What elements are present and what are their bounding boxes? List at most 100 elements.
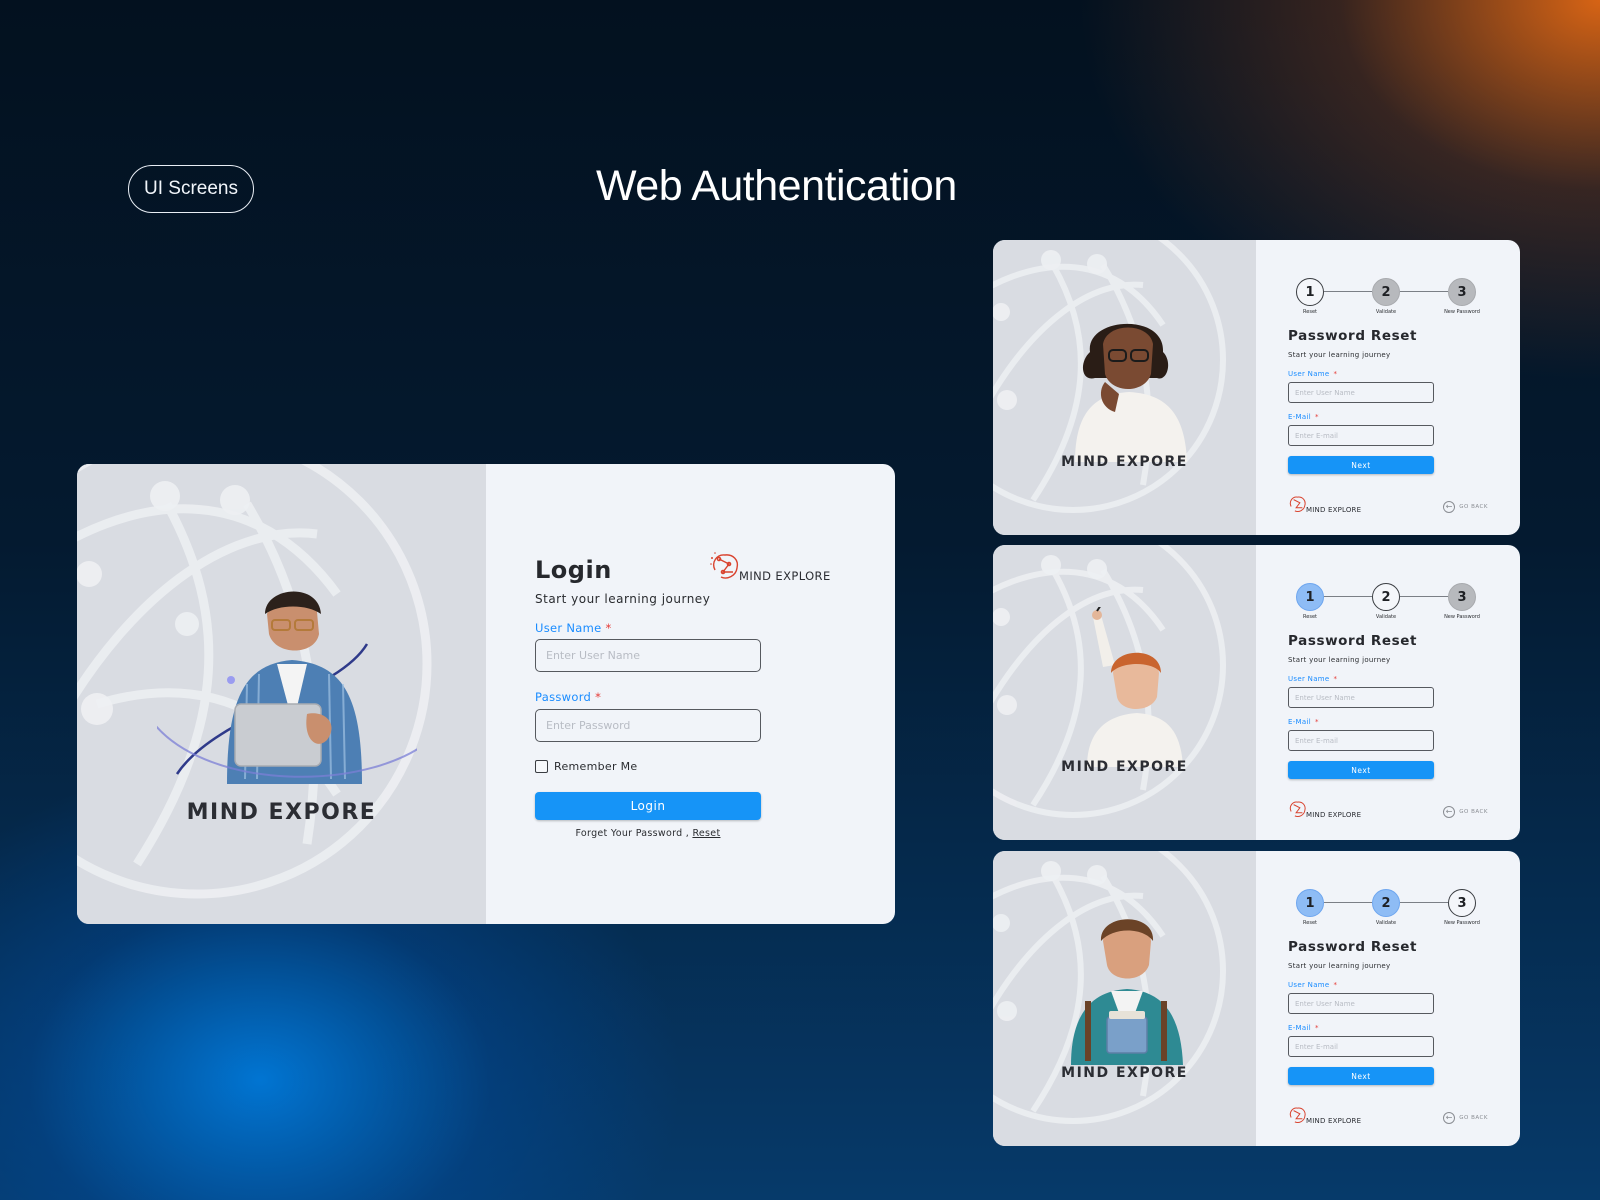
- ui-screens-tag: UI Screens: [128, 165, 254, 213]
- password-input[interactable]: [535, 709, 761, 742]
- go-back-label: GO BACK: [1459, 809, 1488, 815]
- step-connector: [1400, 291, 1448, 292]
- required-mark: *: [605, 621, 612, 635]
- mind-explore-logo: MIND EXPLORE: [709, 550, 831, 583]
- hero-brand-word: MIND EXPORE: [1061, 454, 1188, 470]
- username-label: User Name *: [1288, 981, 1337, 989]
- step-2-label: Validate: [1375, 920, 1397, 926]
- reset-subtitle: Start your learning journey: [1288, 351, 1391, 359]
- password-reset-card-step-1: MIND EXPORE 1 2 3 Reset Validate New Pas…: [993, 240, 1520, 535]
- step-2-circle: 2: [1372, 889, 1400, 917]
- login-hero-panel: MIND EXPORE: [77, 464, 486, 924]
- step-1-label: Reset: [1303, 309, 1317, 315]
- required-mark: *: [1333, 370, 1338, 378]
- young-man-student-image: [157, 591, 417, 784]
- step-connector: [1400, 902, 1448, 903]
- step-2-label: Validate: [1375, 309, 1397, 315]
- go-back-label: GO BACK: [1459, 504, 1488, 510]
- girl-thinking-image: [1075, 323, 1187, 462]
- next-button[interactable]: Next: [1288, 456, 1434, 474]
- reset-hero-panel: MIND EXPORE: [993, 545, 1256, 840]
- arrow-left-icon: ←: [1443, 806, 1456, 818]
- step-1-circle: 1: [1296, 583, 1324, 611]
- reset-subtitle: Start your learning journey: [1288, 962, 1391, 970]
- step-1-label: Reset: [1303, 614, 1317, 620]
- username-input[interactable]: [535, 639, 761, 672]
- reset-hero-panel: MIND EXPORE: [993, 240, 1256, 535]
- mind-explore-logo: MIND EXPLORE: [1287, 494, 1361, 514]
- next-button[interactable]: Next: [1288, 1067, 1434, 1085]
- step-connector: [1324, 291, 1372, 292]
- arrow-left-icon: ←: [1443, 501, 1456, 513]
- login-button[interactable]: Login: [535, 792, 761, 820]
- email-label: E-Mail *: [1288, 1024, 1319, 1032]
- username-label: User Name *: [1288, 370, 1337, 378]
- mind-explore-logo: MIND EXPLORE: [1287, 799, 1361, 819]
- required-mark: *: [1333, 981, 1338, 989]
- password-reset-card-step-2: MIND EXPORE 1 2 3 Reset Validate New Pas…: [993, 545, 1520, 840]
- reset-subtitle: Start your learning journey: [1288, 656, 1391, 664]
- email-label-text: E-Mail: [1288, 413, 1311, 421]
- login-card: MIND EXPORE Login MIND EXPLORE Start you…: [77, 464, 895, 924]
- go-back-link[interactable]: ← GO BACK: [1443, 1112, 1488, 1124]
- step-3-label: New Password: [1444, 614, 1480, 620]
- go-back-link[interactable]: ← GO BACK: [1443, 806, 1488, 818]
- go-back-label: GO BACK: [1459, 1115, 1488, 1121]
- boy-raising-hand-image: [1087, 607, 1183, 767]
- reset-link[interactable]: Reset: [692, 828, 720, 839]
- step-1-label: Reset: [1303, 920, 1317, 926]
- email-input[interactable]: [1288, 730, 1434, 751]
- hero-brand-word: MIND EXPORE: [1061, 1065, 1188, 1081]
- reset-stepper: 1 2 3 Reset Validate New Password: [1296, 889, 1480, 929]
- reset-stepper: 1 2 3 Reset Validate New Password: [1296, 278, 1480, 318]
- login-subtitle: Start your learning journey: [535, 592, 711, 606]
- step-2-circle: 2: [1372, 583, 1400, 611]
- username-label: User Name *: [1288, 675, 1337, 683]
- step-3-circle: 3: [1448, 278, 1476, 306]
- forgot-password-row: Forget Your Password , Reset: [535, 828, 761, 839]
- email-input[interactable]: [1288, 425, 1434, 446]
- password-reset-card-step-3: MIND EXPORE 1 2 3 Reset Validate New Pas…: [993, 851, 1520, 1146]
- step-connector: [1324, 902, 1372, 903]
- remember-me-checkbox[interactable]: [535, 760, 548, 773]
- step-3-circle: 3: [1448, 583, 1476, 611]
- email-input[interactable]: [1288, 1036, 1434, 1057]
- logo-wordmark: MIND EXPLORE: [739, 569, 831, 583]
- username-label-text: User Name: [1288, 675, 1330, 683]
- step-connector: [1400, 596, 1448, 597]
- username-input[interactable]: [1288, 687, 1434, 708]
- username-input[interactable]: [1288, 382, 1434, 403]
- step-1-circle: 1: [1296, 889, 1324, 917]
- step-3-circle: 3: [1448, 889, 1476, 917]
- required-mark: *: [1314, 718, 1319, 726]
- email-label: E-Mail *: [1288, 718, 1319, 726]
- hero-brand-word: MIND EXPORE: [186, 800, 377, 825]
- logo-wordmark: MIND EXPLORE: [1306, 506, 1362, 514]
- hero-brand-word: MIND EXPORE: [1061, 759, 1188, 775]
- logo-wordmark: MIND EXPLORE: [1306, 811, 1362, 819]
- password-label-text: Password: [535, 690, 592, 704]
- required-mark: *: [1333, 675, 1338, 683]
- step-connector: [1324, 596, 1372, 597]
- page-headline: Web Authentication: [596, 162, 957, 210]
- remember-me-row[interactable]: Remember Me: [535, 760, 637, 773]
- next-button[interactable]: Next: [1288, 761, 1434, 779]
- login-title: Login: [535, 556, 612, 584]
- username-input[interactable]: [1288, 993, 1434, 1014]
- step-3-label: New Password: [1444, 309, 1480, 315]
- reset-stepper: 1 2 3 Reset Validate New Password: [1296, 583, 1480, 623]
- forgot-password-text: Forget Your Password ,: [575, 828, 690, 839]
- step-2-circle: 2: [1372, 278, 1400, 306]
- password-label: Password *: [535, 690, 601, 704]
- student-with-books-image: [1071, 919, 1183, 1065]
- username-label-text: User Name: [535, 621, 602, 635]
- reset-title: Password Reset: [1288, 328, 1418, 344]
- reset-title: Password Reset: [1288, 633, 1418, 649]
- remember-me-label: Remember Me: [554, 760, 638, 773]
- username-label-text: User Name: [1288, 370, 1330, 378]
- reset-title: Password Reset: [1288, 939, 1418, 955]
- go-back-link[interactable]: ← GO BACK: [1443, 501, 1488, 513]
- email-label: E-Mail *: [1288, 413, 1319, 421]
- username-label: User Name *: [535, 621, 612, 635]
- logo-wordmark: MIND EXPLORE: [1306, 1117, 1362, 1125]
